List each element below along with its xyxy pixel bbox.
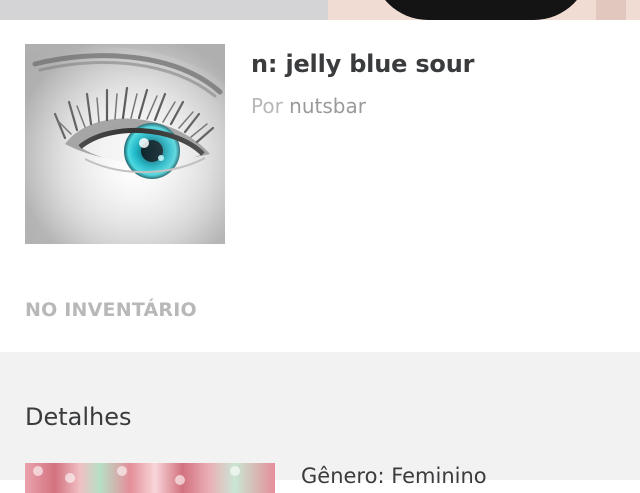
inventory-status: NO INVENTÁRIO xyxy=(25,299,197,321)
item-card: n: jelly blue sour Por nutsbar NO INVENT… xyxy=(0,20,640,352)
creator-link[interactable]: nutsbar xyxy=(289,94,366,118)
item-title: n: jelly blue sour xyxy=(251,50,475,78)
genre-label: Gênero: Feminino xyxy=(301,464,487,488)
floral-preview-image[interactable] xyxy=(25,463,275,493)
details-section: Detalhes Gênero: Feminino xyxy=(0,352,640,493)
details-heading: Detalhes xyxy=(25,403,132,431)
avatar-preview-banner xyxy=(0,0,640,20)
item-thumbnail-image[interactable] xyxy=(25,44,225,244)
creator-line: Por nutsbar xyxy=(251,94,366,118)
eye-icon xyxy=(25,44,225,244)
by-label: Por xyxy=(251,94,283,118)
